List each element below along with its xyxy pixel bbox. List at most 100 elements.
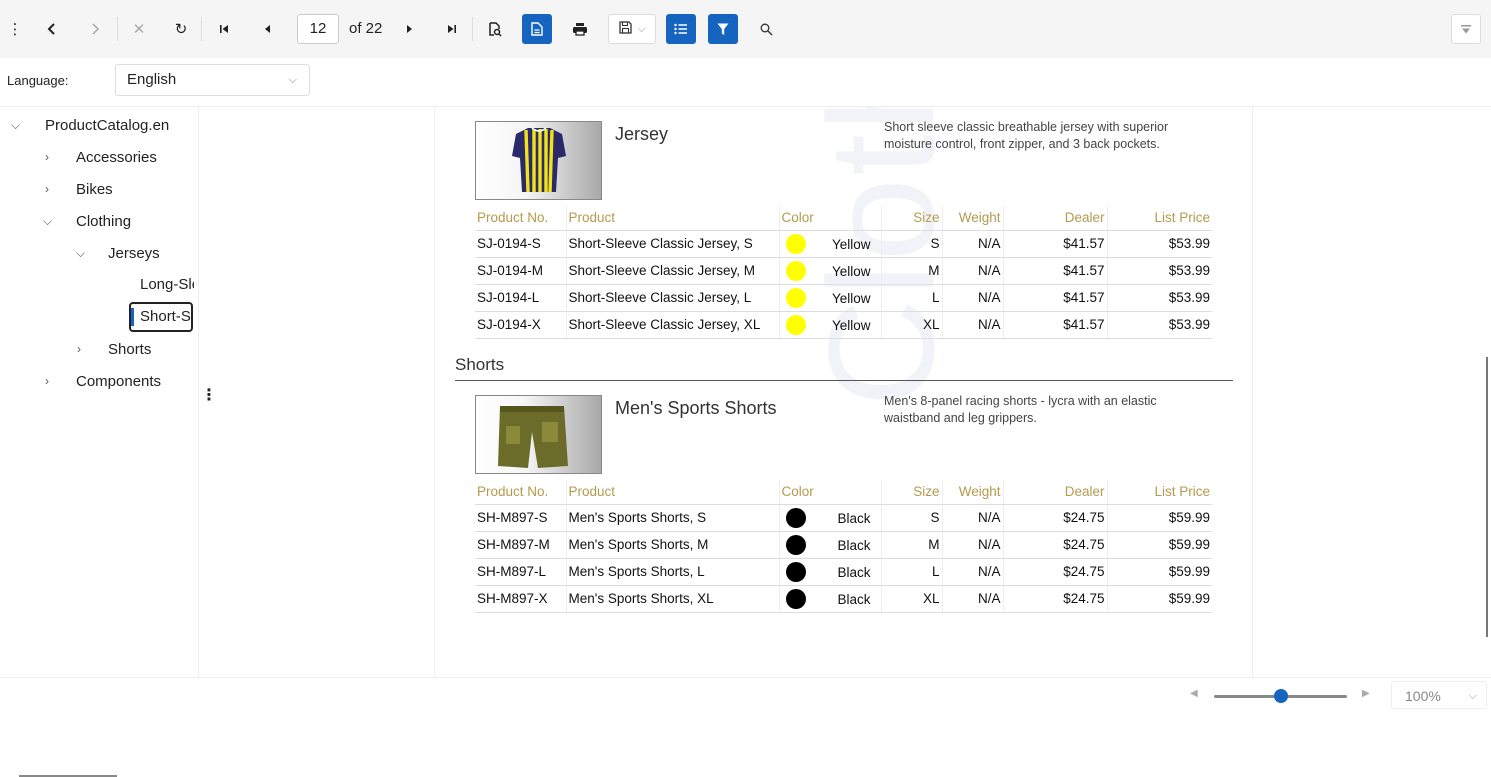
chevron-down-icon[interactable]: ⌵ [43,214,52,229]
more-vert-icon[interactable]: ⋮ [0,14,30,44]
filter-icon[interactable] [708,14,738,44]
search-document-icon[interactable] [480,14,510,44]
tree-node-components[interactable]: Components [76,373,161,390]
color-swatch [785,534,806,555]
collapse-icon[interactable] [1451,14,1481,44]
cell-dealer: $41.57 [1003,311,1108,339]
column-header-product: Product [566,206,780,231]
chevron-right-icon[interactable]: › [45,374,49,388]
next-page-icon[interactable] [395,14,425,44]
cell-dealer: $24.75 [1003,531,1108,559]
table-row: SH-M897-X Men's Sports Shorts, XL Black … [475,585,1212,613]
chevron-right-icon[interactable]: › [45,182,49,196]
tree-node-accessories[interactable]: Accessories [76,149,157,166]
cell-dealer: $41.57 [1003,257,1108,285]
tree-node-bikes[interactable]: Bikes [76,181,113,198]
tree-node-shorts[interactable]: Shorts [108,341,151,358]
page-count-label: of 22 [349,20,383,37]
zoom-select[interactable]: 100% ⌵ [1391,681,1487,709]
page-number-input[interactable]: 12 [297,14,339,44]
zoom-in-icon[interactable]: ▶ [1362,688,1370,699]
cell-product-no: SH-M897-L [475,558,567,586]
cell-list-price: $59.99 [1107,585,1212,613]
chevron-down-icon: ⌵ [637,23,646,35]
cell-product-no: SJ-0194-M [475,257,567,285]
cell-weight: N/A [942,585,1004,613]
table-header-row: Product No. Product Color Size Weight De… [475,206,1212,231]
cell-weight: N/A [942,558,1004,586]
zoom-out-icon[interactable]: ◀ [1190,688,1198,699]
color-name: Yellow [831,236,871,252]
column-header-product-no: Product No. [475,206,567,231]
color-name: Black [837,537,871,553]
cell-weight: N/A [942,311,1004,339]
tree-node-jerseys[interactable]: Jerseys [108,245,160,262]
toc-icon[interactable] [666,14,696,44]
forward-icon[interactable] [80,14,110,44]
tree-node-long-sleeve[interactable]: Long-Sle [140,276,194,293]
first-page-icon[interactable] [209,14,239,44]
toolbar: ⋮ ✕ ↻ 12 of 22 ⌵ [0,0,1491,58]
cell-list-price: $53.99 [1107,311,1212,339]
cell-size: L [881,284,943,312]
save-dropdown-button[interactable]: ⌵ [608,14,656,44]
table-row: SJ-0194-L Short-Sleeve Classic Jersey, L… [475,284,1212,312]
chevron-down-icon[interactable]: ⌵ [11,118,20,133]
toolbar-separator [472,17,473,41]
color-swatch [785,260,806,281]
column-header-dealer: Dealer [1003,480,1108,505]
cell-list-price: $53.99 [1107,284,1212,312]
cell-size: M [881,531,943,559]
column-header-weight: Weight [942,480,1004,505]
cell-list-price: $53.99 [1107,230,1212,258]
report-page: Cloth Jersey Short sleeve classic breath… [434,107,1253,677]
chevron-right-icon[interactable]: › [77,342,81,356]
print-icon[interactable] [565,14,595,44]
chevron-right-icon[interactable]: › [45,150,49,164]
toolbar-separator [201,17,202,41]
color-swatch [785,588,806,609]
cell-size: S [881,504,943,532]
stop-icon[interactable]: ✕ [124,14,154,44]
column-header-size: Size [881,480,943,505]
table-row: SH-M897-M Men's Sports Shorts, M Black M… [475,531,1212,559]
column-header-weight: Weight [942,206,1004,231]
cell-product-no: SH-M897-S [475,504,567,532]
shorts-description: Men's 8-panel racing shorts - lycra with… [884,394,1157,425]
table-row: SJ-0194-M Short-Sleeve Classic Jersey, M… [475,257,1212,285]
column-header-size: Size [881,206,943,231]
cell-product-no: SH-M897-X [475,585,567,613]
last-page-icon[interactable] [437,14,467,44]
cell-product: Short-Sleeve Classic Jersey, L [566,284,780,312]
search-icon[interactable] [751,14,781,44]
column-header-product-no: Product No. [475,480,567,505]
cell-size: L [881,558,943,586]
column-header-list-price: List Price [1107,206,1212,231]
refresh-icon[interactable]: ↻ [166,14,196,44]
color-swatch [785,233,806,254]
column-header-color: Color [779,480,882,505]
prev-page-icon[interactable] [252,14,282,44]
language-select[interactable]: English ⌵ [115,64,310,96]
cell-dealer: $24.75 [1003,558,1108,586]
splitter-handle-icon[interactable]: ⋮ [201,385,217,405]
page-view-icon[interactable] [522,14,552,44]
tree-node-short-sleeve[interactable]: Short-Sle [129,302,193,332]
color-name: Yellow [831,263,871,279]
cell-weight: N/A [942,257,1004,285]
cell-product-no: SJ-0194-X [475,311,567,339]
color-swatch [785,314,806,335]
cell-weight: N/A [942,531,1004,559]
tree-node-root[interactable]: ProductCatalog.en [45,117,169,134]
chevron-down-icon[interactable]: ⌵ [76,246,85,261]
cell-product: Short-Sleeve Classic Jersey, M [566,257,780,285]
report-vertical-scrollbar[interactable] [1486,357,1488,637]
tree-node-clothing[interactable]: Clothing [76,213,131,230]
back-icon[interactable] [37,14,67,44]
cell-product-no: SH-M897-M [475,531,567,559]
zoom-slider-thumb[interactable] [1274,689,1288,703]
table-row: SJ-0194-X Short-Sleeve Classic Jersey, X… [475,311,1212,339]
cell-dealer: $41.57 [1003,230,1108,258]
color-name: Yellow [831,317,871,333]
save-icon [619,21,632,37]
